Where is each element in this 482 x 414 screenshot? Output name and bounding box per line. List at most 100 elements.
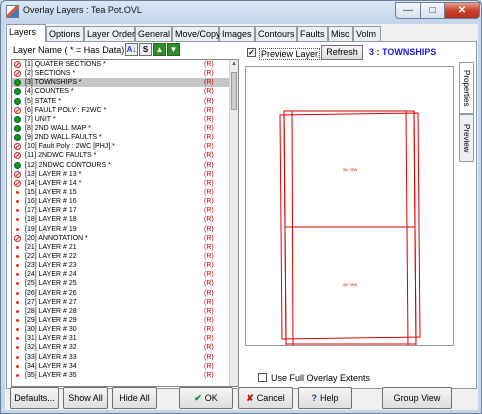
- layer-list-scrollbar[interactable]: ▲: [229, 60, 238, 386]
- tab-contours[interactable]: Contours: [255, 26, 297, 41]
- layer-list[interactable]: [1] QUATER SECTIONS * (R) [2] SECTIONS * (R…: [11, 59, 239, 387]
- dot-icon[interactable]: [16, 273, 19, 277]
- group-view-button[interactable]: Group View: [382, 387, 452, 409]
- layer-row[interactable]: [27] LAYER # 27 (R): [12, 298, 238, 307]
- green-circle-icon[interactable]: [14, 161, 21, 169]
- layer-row[interactable]: [24] LAYER # 24 (R): [12, 270, 238, 279]
- layer-row[interactable]: [20] ANNOTATION * (R): [12, 234, 238, 243]
- dot-icon[interactable]: [16, 190, 19, 194]
- tab-layers[interactable]: Layers: [6, 24, 46, 42]
- dot-icon[interactable]: [16, 227, 19, 231]
- no-entry-icon[interactable]: [14, 179, 21, 187]
- defaults-button[interactable]: Defaults...: [10, 387, 59, 409]
- dot-icon[interactable]: [16, 218, 19, 222]
- dot-icon[interactable]: [16, 209, 19, 213]
- green-circle-icon[interactable]: [14, 88, 21, 96]
- refresh-button[interactable]: Refresh: [321, 45, 363, 60]
- green-circle-icon[interactable]: [14, 134, 21, 142]
- layer-row[interactable]: [1] QUATER SECTIONS * (R): [12, 60, 238, 69]
- dot-icon[interactable]: [16, 282, 19, 286]
- help-button[interactable]: ? Help: [298, 387, 352, 409]
- layer-row[interactable]: [15] LAYER # 15 (R): [12, 188, 238, 197]
- layer-row[interactable]: [22] LAYER # 22 (R): [12, 252, 238, 261]
- dot-icon[interactable]: [16, 373, 19, 377]
- no-entry-icon[interactable]: [14, 106, 21, 114]
- tab-volm[interactable]: Volm: [353, 26, 381, 41]
- dot-icon[interactable]: [16, 328, 19, 332]
- full-extents-checkbox[interactable]: [258, 373, 267, 382]
- minimize-button[interactable]: —: [395, 2, 421, 19]
- move-up-button[interactable]: ▲: [153, 43, 166, 56]
- dot-icon[interactable]: [16, 318, 19, 322]
- no-entry-icon[interactable]: [14, 152, 21, 160]
- layer-row[interactable]: [3] TOWNSHIPS * (R): [12, 78, 238, 88]
- dot-icon[interactable]: [16, 364, 19, 368]
- layer-row[interactable]: [34] LAYER # 34 (R): [12, 362, 238, 371]
- no-entry-icon[interactable]: [14, 234, 21, 242]
- layer-row[interactable]: [4] COUNTES * (R): [12, 87, 238, 96]
- hide-all-button[interactable]: Hide All: [112, 387, 157, 409]
- layer-row[interactable]: [2] SECTIONS * (R): [12, 69, 238, 78]
- layer-row[interactable]: [7] UNIT * (R): [12, 115, 238, 124]
- no-entry-icon[interactable]: [14, 61, 21, 68]
- layer-row[interactable]: [21] LAYER # 21 (R): [12, 243, 238, 252]
- select-button[interactable]: S: [139, 43, 152, 56]
- tab-preview[interactable]: Preview: [459, 114, 474, 162]
- tab-layer-order[interactable]: Layer Order: [84, 26, 135, 41]
- tab-general[interactable]: General: [135, 26, 172, 41]
- scroll-thumb[interactable]: [231, 72, 237, 110]
- layer-row[interactable]: [19] LAYER # 19 (R): [12, 225, 238, 234]
- layer-row[interactable]: [33] LAYER # 33 (R): [12, 353, 238, 362]
- sort-alpha-button[interactable]: A↓: [125, 43, 138, 56]
- ok-button[interactable]: ✔ OK: [179, 387, 233, 409]
- tab-images[interactable]: Images: [219, 26, 255, 41]
- layer-row[interactable]: [8] 2ND WALL MAP * (R): [12, 124, 238, 133]
- layer-row[interactable]: [5] STATE * (R): [12, 97, 238, 106]
- dot-icon[interactable]: [16, 254, 19, 258]
- layer-row[interactable]: [6] FAULT POLY : F2WC * (R): [12, 106, 238, 115]
- map-preview-canvas[interactable]: 3N 78W 4N 78W: [245, 66, 454, 346]
- tab-misc[interactable]: Misc: [328, 26, 353, 41]
- dot-icon[interactable]: [16, 245, 19, 249]
- tab-faults[interactable]: Faults: [297, 26, 328, 41]
- maximize-button[interactable]: □: [420, 2, 445, 19]
- dot-icon[interactable]: [16, 337, 19, 341]
- green-circle-icon[interactable]: [14, 115, 21, 123]
- tab-properties[interactable]: Properties: [459, 62, 474, 114]
- layer-row[interactable]: [12] 2NDWC CONTOURS * (R): [12, 161, 238, 170]
- full-extents-label[interactable]: Use Full Overlay Extents: [271, 373, 370, 383]
- dot-icon[interactable]: [16, 346, 19, 350]
- layer-row[interactable]: [9] 2ND WALL FAULTS * (R): [12, 133, 238, 142]
- layer-row[interactable]: [32] LAYER # 32 (R): [12, 343, 238, 352]
- layer-row[interactable]: [29] LAYER # 29 (R): [12, 316, 238, 325]
- layer-row[interactable]: [26] LAYER # 26 (R): [12, 289, 238, 298]
- preview-layer-checkbox[interactable]: ✓: [247, 48, 256, 57]
- layer-row[interactable]: [23] LAYER # 23 (R): [12, 261, 238, 270]
- title-bar[interactable]: Overlay Layers : Tea Pot.OVL — □ ✕: [1, 1, 481, 23]
- layer-row[interactable]: [35] LAYER # 35 (R): [12, 371, 238, 380]
- no-entry-icon[interactable]: [14, 70, 21, 78]
- layer-row[interactable]: [11] 2NDWC FAULTS * (R): [12, 151, 238, 160]
- scroll-up-arrow[interactable]: ▲: [230, 60, 238, 69]
- layer-row[interactable]: [31] LAYER # 31 (R): [12, 334, 238, 343]
- layer-row[interactable]: [18] LAYER # 18 (R): [12, 215, 238, 224]
- move-down-button[interactable]: ▼: [167, 43, 180, 56]
- cancel-button[interactable]: ✘ Cancel: [238, 387, 293, 409]
- green-circle-icon[interactable]: [14, 79, 21, 87]
- no-entry-icon[interactable]: [14, 170, 21, 178]
- preview-layer-label[interactable]: Preview Layer: [259, 48, 321, 60]
- dot-icon[interactable]: [16, 355, 19, 359]
- layer-row[interactable]: [13] LAYER # 13 * (R): [12, 170, 238, 179]
- layer-row[interactable]: [17] LAYER # 17 (R): [12, 206, 238, 215]
- layer-row[interactable]: [30] LAYER # 30 (R): [12, 325, 238, 334]
- show-all-button[interactable]: Show All: [63, 387, 108, 409]
- green-circle-icon[interactable]: [14, 97, 21, 105]
- green-circle-icon[interactable]: [14, 124, 21, 132]
- dot-icon[interactable]: [16, 300, 19, 304]
- layer-row[interactable]: [14] LAYER # 14 * (R): [12, 179, 238, 188]
- dot-icon[interactable]: [16, 264, 19, 268]
- tab-move-copy[interactable]: Move/Copy: [172, 26, 221, 41]
- dot-icon[interactable]: [16, 200, 19, 204]
- dot-icon[interactable]: [16, 291, 19, 295]
- layer-row[interactable]: [16] LAYER # 16 (R): [12, 197, 238, 206]
